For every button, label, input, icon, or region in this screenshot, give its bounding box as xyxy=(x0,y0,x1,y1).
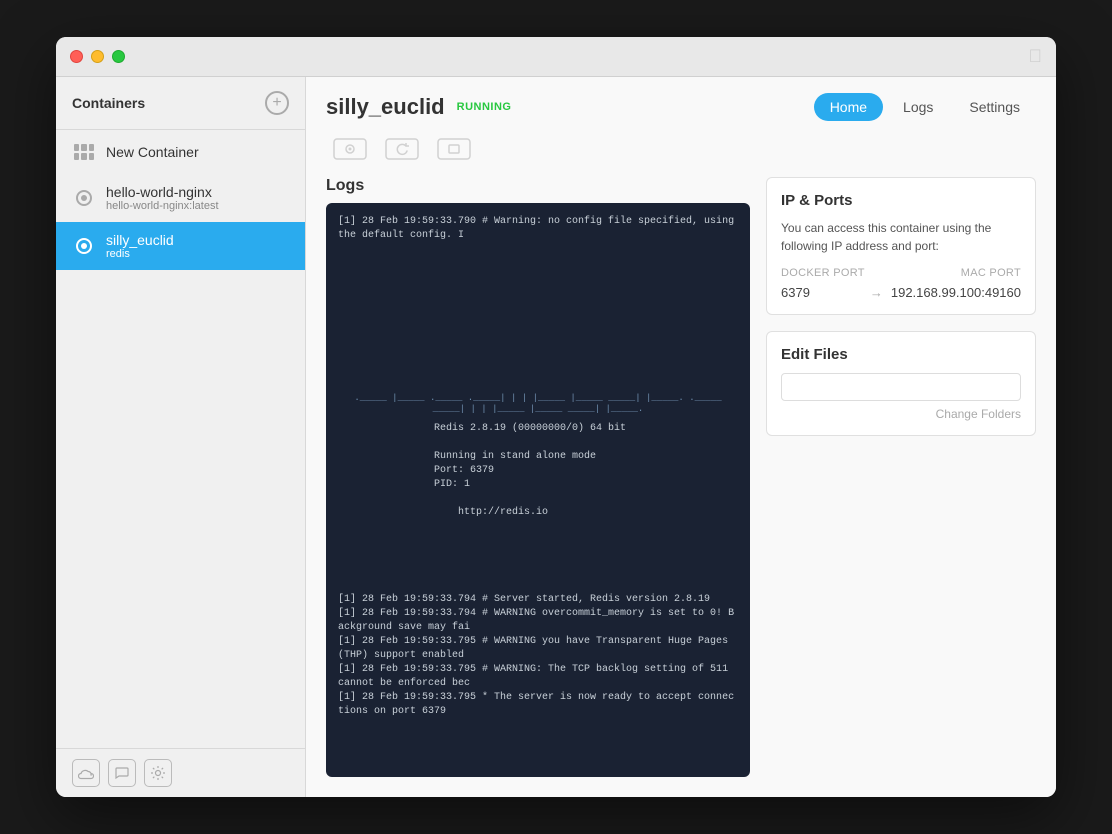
ports-header: DOCKER PORT MAC PORT xyxy=(781,267,1021,279)
minimize-button[interactable] xyxy=(91,50,104,63)
edit-files-card: Edit Files Change Folders xyxy=(766,331,1036,436)
content-area: silly_euclid RUNNING Home Logs Settings xyxy=(306,77,1056,797)
terminal[interactable]: [1] 28 Feb 19:59:33.790 # Warning: no co… xyxy=(326,203,750,777)
titlebar:  xyxy=(56,37,1056,77)
chat-icon xyxy=(114,765,130,781)
status-badge: RUNNING xyxy=(457,101,512,113)
ip-ports-description: You can access this container using the … xyxy=(781,219,1021,255)
sidebar: Containers + New Container xyxy=(56,77,306,797)
ip-ports-title: IP & Ports xyxy=(781,192,1021,209)
close-button[interactable] xyxy=(70,50,83,63)
sidebar-header: Containers + xyxy=(56,77,305,130)
container-status-dot xyxy=(76,238,92,254)
app-window:  Containers + New xyxy=(56,37,1056,797)
container-title-row: silly_euclid RUNNING xyxy=(326,94,511,120)
stop-icon xyxy=(436,135,472,163)
redis-ascii-art: ._____ |_____ ._____ ._____| | | |_____ … xyxy=(338,393,738,416)
sidebar-footer xyxy=(56,748,305,797)
sidebar-item-label: New Container xyxy=(106,144,199,160)
refresh-icon xyxy=(384,135,420,163)
tab-settings[interactable]: Settings xyxy=(953,93,1036,121)
mac-port-value: 192.168.99.100:49160 xyxy=(891,285,1021,300)
new-container-icon xyxy=(72,140,96,164)
settings-button[interactable] xyxy=(144,759,172,787)
right-panel: IP & Ports You can access this container… xyxy=(766,177,1036,777)
stop-button[interactable] xyxy=(430,131,478,167)
cloud-icon xyxy=(78,765,94,781)
docker-port-header: DOCKER PORT xyxy=(781,267,865,279)
cloud-button[interactable] xyxy=(72,759,100,787)
terminal-log-lines: [1] 28 Feb 19:59:33.794 # Server started… xyxy=(338,593,738,765)
sidebar-items: New Container hello-world-nginx hello-wo… xyxy=(56,130,305,748)
sidebar-item-new-container[interactable]: New Container xyxy=(56,130,305,174)
chat-button[interactable] xyxy=(108,759,136,787)
sidebar-item-label: silly_euclid xyxy=(106,232,174,248)
change-folders-button[interactable]: Change Folders xyxy=(781,407,1021,421)
maximize-button[interactable] xyxy=(112,50,125,63)
logs-panel: Logs [1] 28 Feb 19:59:33.790 # Warning: … xyxy=(326,177,750,777)
terminal-log-first: [1] 28 Feb 19:59:33.790 # Warning: no co… xyxy=(338,215,738,387)
add-container-button[interactable]: + xyxy=(265,91,289,115)
sidebar-item-sublabel: hello-world-nginx:latest xyxy=(106,200,219,212)
terminal-redis-info: Redis 2.8.19 (00000000/0) 64 bit Running… xyxy=(338,422,738,594)
edit-files-title: Edit Files xyxy=(781,346,1021,363)
port-arrow: → xyxy=(870,285,883,300)
content-body: Logs [1] 28 Feb 19:59:33.790 # Warning: … xyxy=(306,177,1056,797)
app-logo:  xyxy=(1029,46,1043,67)
nav-tabs: Home Logs Settings xyxy=(814,93,1036,121)
main-layout: Containers + New Container xyxy=(56,77,1056,797)
view-button[interactable] xyxy=(326,131,374,167)
tab-home[interactable]: Home xyxy=(814,93,883,121)
ports-table: DOCKER PORT MAC PORT 6379 → 192.168.99.1… xyxy=(781,267,1021,300)
edit-files-input[interactable] xyxy=(781,373,1021,401)
eye-icon xyxy=(332,135,368,163)
sidebar-item-label: hello-world-nginx xyxy=(106,184,219,200)
ports-row: 6379 → 192.168.99.100:49160 xyxy=(781,285,1021,300)
gear-icon xyxy=(150,765,166,781)
restart-button[interactable] xyxy=(378,131,426,167)
ip-ports-card: IP & Ports You can access this container… xyxy=(766,177,1036,315)
docker-port-value: 6379 xyxy=(781,285,810,300)
tab-logs[interactable]: Logs xyxy=(887,93,949,121)
sidebar-title: Containers xyxy=(72,95,145,111)
container-status-dot xyxy=(76,190,92,206)
sidebar-item-sublabel: redis xyxy=(106,248,174,260)
toolbar-icons xyxy=(306,121,1056,177)
logs-title: Logs xyxy=(326,177,750,195)
mac-port-header: MAC PORT xyxy=(961,267,1021,279)
content-header: silly_euclid RUNNING Home Logs Settings xyxy=(306,77,1056,121)
container-name: silly_euclid xyxy=(326,94,445,120)
sidebar-item-hello-world-nginx[interactable]: hello-world-nginx hello-world-nginx:late… xyxy=(56,174,305,222)
sidebar-item-silly-euclid[interactable]: silly_euclid redis xyxy=(56,222,305,270)
traffic-lights xyxy=(70,50,125,63)
